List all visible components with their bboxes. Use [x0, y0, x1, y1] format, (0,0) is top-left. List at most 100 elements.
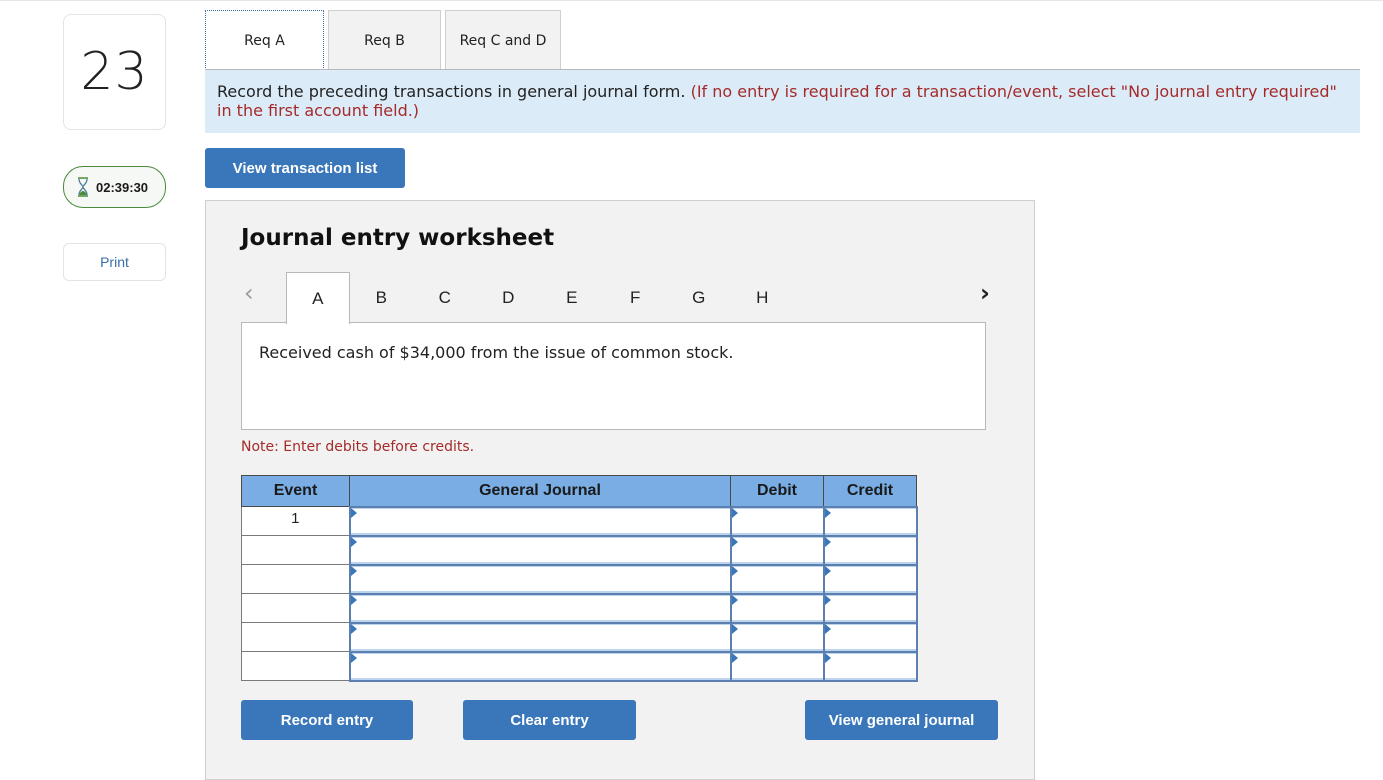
transaction-text: Received cash of $34,000 from the issue … — [259, 343, 734, 362]
debit-field[interactable] — [731, 652, 823, 680]
dropdown-indicator-icon — [824, 652, 831, 663]
event-cell — [241, 564, 350, 594]
debit-field[interactable] — [731, 623, 823, 651]
next-arrow-icon[interactable]: › — [980, 279, 990, 307]
event-cell — [241, 593, 350, 623]
credit-field-cell — [822, 621, 918, 653]
dropdown-indicator-icon — [350, 536, 357, 547]
dropdown-indicator-icon — [731, 507, 738, 518]
clear-entry-button[interactable]: Clear entry — [463, 700, 636, 740]
table-row — [241, 592, 918, 624]
timer-badge: 02:39:30 — [63, 166, 166, 208]
table-row — [241, 534, 918, 566]
requirement-tabs: Req A Req B Req C and D — [205, 10, 561, 70]
table-row: 1 — [241, 505, 918, 537]
dropdown-indicator-icon — [350, 594, 357, 605]
debit-field-cell — [729, 505, 825, 537]
tab-req-a[interactable]: Req A — [205, 10, 324, 70]
account-field-cell — [348, 650, 732, 682]
print-button[interactable]: Print — [63, 243, 166, 281]
transaction-tabs: A B C D E F G H — [286, 272, 794, 324]
header-debit: Debit — [730, 475, 824, 507]
debit-field[interactable] — [731, 594, 823, 622]
dropdown-indicator-icon — [824, 536, 831, 547]
credit-field[interactable] — [824, 507, 916, 535]
dropdown-indicator-icon — [731, 565, 738, 576]
dropdown-indicator-icon — [731, 594, 738, 605]
debits-note: Note: Enter debits before credits. — [241, 439, 475, 455]
hourglass-icon — [78, 177, 88, 197]
dropdown-indicator-icon — [350, 565, 357, 576]
account-field[interactable] — [350, 536, 730, 564]
dropdown-indicator-icon — [824, 623, 831, 634]
transaction-tab-a[interactable]: A — [286, 272, 350, 324]
credit-field[interactable] — [824, 565, 916, 593]
header-event: Event — [241, 475, 350, 507]
dropdown-indicator-icon — [350, 623, 357, 634]
transaction-tab-b[interactable]: B — [350, 272, 414, 323]
credit-field[interactable] — [824, 594, 916, 622]
timer-value: 02:39:30 — [96, 179, 149, 195]
transaction-tab-g[interactable]: G — [667, 272, 731, 323]
table-row — [241, 650, 918, 682]
account-field-cell — [348, 534, 732, 566]
event-cell — [241, 622, 350, 652]
credit-field-cell — [822, 563, 918, 595]
header-general-journal: General Journal — [349, 475, 731, 507]
debit-field[interactable] — [731, 565, 823, 593]
debit-field[interactable] — [731, 507, 823, 535]
account-field-cell — [348, 505, 732, 537]
credit-field[interactable] — [824, 623, 916, 651]
account-field[interactable] — [350, 507, 730, 535]
instructions-main: Record the preceding transactions in gen… — [217, 82, 686, 101]
view-transaction-list-button[interactable]: View transaction list — [205, 148, 405, 188]
account-field-cell — [348, 592, 732, 624]
journal-table: Event General Journal Debit Credit 1 — [241, 475, 918, 682]
transaction-tab-f[interactable]: F — [604, 272, 668, 323]
journal-table-header: Event General Journal Debit Credit — [241, 475, 917, 507]
debit-field-cell — [729, 534, 825, 566]
worksheet-title: Journal entry worksheet — [241, 225, 555, 251]
tab-req-c-and-d[interactable]: Req C and D — [445, 10, 561, 70]
tab-req-b[interactable]: Req B — [328, 10, 441, 70]
account-field[interactable] — [350, 594, 730, 622]
account-field-cell — [348, 563, 732, 595]
transaction-tab-d[interactable]: D — [477, 272, 541, 323]
credit-field-cell — [822, 592, 918, 624]
dropdown-indicator-icon — [350, 652, 357, 663]
account-field-cell — [348, 621, 732, 653]
event-cell — [241, 651, 350, 681]
header-credit: Credit — [823, 475, 917, 507]
table-row — [241, 621, 918, 653]
account-field[interactable] — [350, 565, 730, 593]
credit-field-cell — [822, 650, 918, 682]
record-entry-button[interactable]: Record entry — [241, 700, 413, 740]
event-cell: 1 — [241, 506, 350, 536]
journal-entry-worksheet: Journal entry worksheet ‹ A B C D E F G … — [205, 200, 1035, 780]
dropdown-indicator-icon — [731, 623, 738, 634]
dropdown-indicator-icon — [731, 536, 738, 547]
event-cell — [241, 535, 350, 565]
instructions-banner: Record the preceding transactions in gen… — [205, 70, 1360, 133]
account-field[interactable] — [350, 623, 730, 651]
credit-field[interactable] — [824, 652, 916, 680]
transaction-tab-c[interactable]: C — [413, 272, 477, 323]
transaction-tab-e[interactable]: E — [540, 272, 604, 323]
debit-field-cell — [729, 563, 825, 595]
dropdown-indicator-icon — [824, 565, 831, 576]
debit-field-cell — [729, 621, 825, 653]
credit-field[interactable] — [824, 536, 916, 564]
dropdown-indicator-icon — [824, 507, 831, 518]
prev-arrow-icon[interactable]: ‹ — [244, 279, 254, 307]
view-general-journal-button[interactable]: View general journal — [805, 700, 998, 740]
transaction-tab-h[interactable]: H — [731, 272, 795, 323]
transaction-description: Received cash of $34,000 from the issue … — [241, 322, 986, 430]
debit-field-cell — [729, 592, 825, 624]
question-number: 23 — [63, 14, 166, 130]
table-row — [241, 563, 918, 595]
account-field[interactable] — [350, 652, 730, 680]
dropdown-indicator-icon — [350, 507, 357, 518]
debit-field[interactable] — [731, 536, 823, 564]
dropdown-indicator-icon — [824, 594, 831, 605]
credit-field-cell — [822, 534, 918, 566]
